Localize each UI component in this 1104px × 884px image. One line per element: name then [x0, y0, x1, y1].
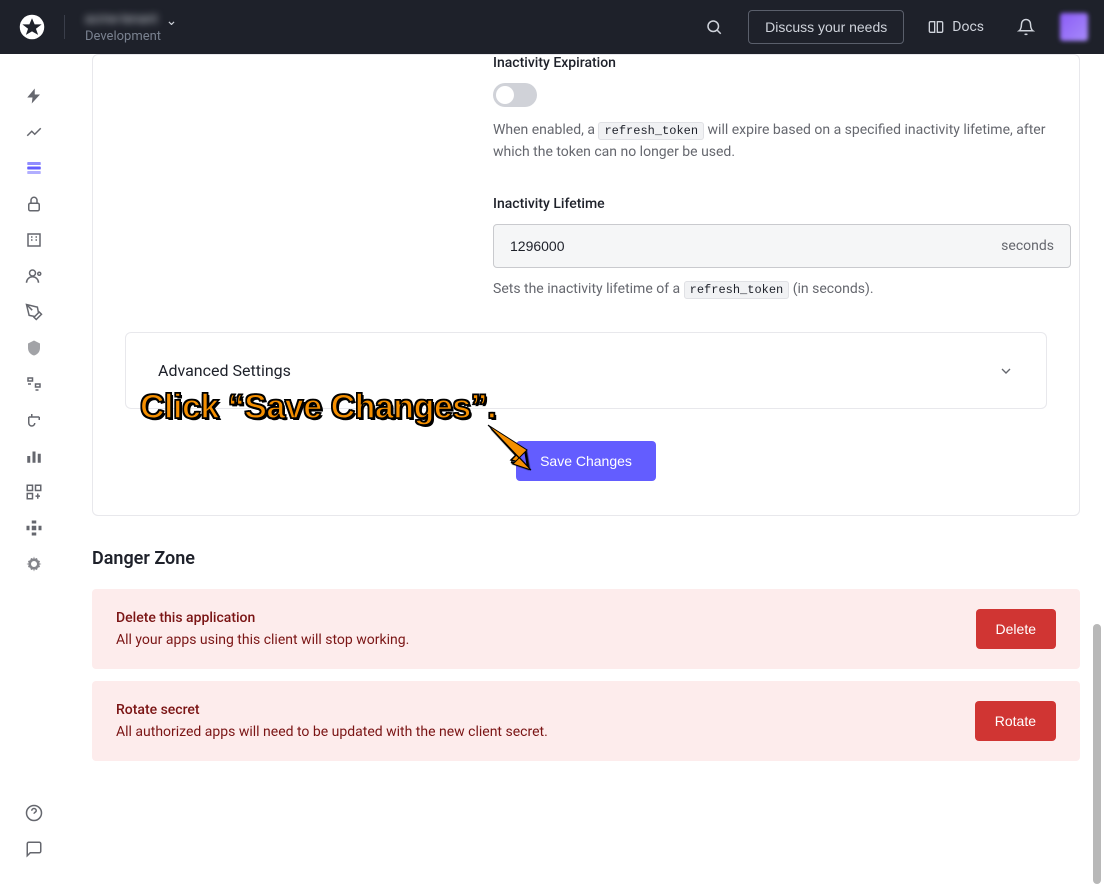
notifications-button[interactable] [1008, 9, 1044, 45]
sidebar-item-extensions[interactable] [16, 510, 52, 546]
save-changes-button[interactable]: Save Changes [516, 441, 656, 481]
user-avatar[interactable] [1060, 13, 1088, 41]
sidebar-item-security[interactable] [16, 330, 52, 366]
scrollbar[interactable] [1093, 54, 1101, 883]
sidebar [0, 54, 68, 883]
delete-title: Delete this application [116, 610, 976, 626]
inactivity-expiration-toggle[interactable] [493, 83, 537, 107]
chevron-down-icon [998, 363, 1014, 379]
sidebar-item-activity[interactable] [16, 114, 52, 150]
sidebar-item-help[interactable] [16, 795, 52, 831]
inactivity-expiration-help: When enabled, a refresh_token will expir… [493, 119, 1071, 164]
inactivity-lifetime-input[interactable] [494, 238, 985, 254]
inactivity-lifetime-help: Sets the inactivity lifetime of a refres… [493, 278, 1071, 300]
sidebar-item-feedback[interactable] [16, 831, 52, 867]
settings-card: Inactivity Expiration When enabled, a re… [92, 54, 1080, 516]
top-navigation: acme-tenant ⌄ Development Discuss your n… [0, 0, 1104, 54]
environment-name: Development [85, 29, 177, 44]
sidebar-item-users[interactable] [16, 258, 52, 294]
danger-zone-title: Danger Zone [92, 548, 1080, 569]
inactivity-lifetime-input-group: seconds [493, 224, 1071, 268]
sidebar-item-branding[interactable] [16, 294, 52, 330]
search-button[interactable] [696, 9, 732, 45]
docs-link[interactable]: Docs [920, 11, 992, 43]
rotate-secret-card: Rotate secret All authorized apps will n… [92, 681, 1080, 761]
toggle-knob [496, 86, 514, 104]
inactivity-expiration-label: Inactivity Expiration [493, 55, 1071, 71]
delete-application-card: Delete this application All your apps us… [92, 589, 1080, 669]
refresh-token-code-2: refresh_token [684, 281, 790, 299]
sidebar-item-authentication[interactable] [16, 186, 52, 222]
rotate-title: Rotate secret [116, 702, 975, 718]
sidebar-item-actions[interactable] [16, 366, 52, 402]
tenant-name: acme-tenant [85, 12, 158, 27]
advanced-settings-label: Advanced Settings [158, 361, 291, 380]
rotate-text: All authorized apps will need to be upda… [116, 724, 975, 740]
rotate-button[interactable]: Rotate [975, 701, 1056, 741]
sidebar-item-settings[interactable] [16, 546, 52, 582]
book-icon [928, 19, 944, 35]
inactivity-lifetime-label: Inactivity Lifetime [493, 196, 1071, 212]
delete-text: All your apps using this client will sto… [116, 632, 976, 648]
advanced-settings-toggle[interactable]: Advanced Settings [125, 332, 1047, 409]
delete-button[interactable]: Delete [976, 609, 1056, 649]
chevron-down-icon: ⌄ [166, 13, 178, 29]
sidebar-item-marketplace[interactable] [16, 474, 52, 510]
brand-logo[interactable] [16, 11, 48, 43]
sidebar-item-organizations[interactable] [16, 222, 52, 258]
sidebar-item-getting-started[interactable] [16, 78, 52, 114]
discuss-needs-button[interactable]: Discuss your needs [748, 10, 904, 44]
inactivity-lifetime-unit: seconds [985, 238, 1070, 254]
scrollbar-thumb[interactable] [1093, 624, 1101, 884]
main-content: Inactivity Expiration When enabled, a re… [68, 54, 1104, 883]
nav-divider [64, 15, 65, 39]
refresh-token-code: refresh_token [598, 122, 704, 140]
sidebar-item-applications[interactable] [16, 150, 52, 186]
sidebar-item-monitoring[interactable] [16, 438, 52, 474]
sidebar-item-forms[interactable] [16, 402, 52, 438]
docs-label: Docs [952, 19, 984, 35]
tenant-selector[interactable]: acme-tenant ⌄ Development [85, 11, 177, 44]
